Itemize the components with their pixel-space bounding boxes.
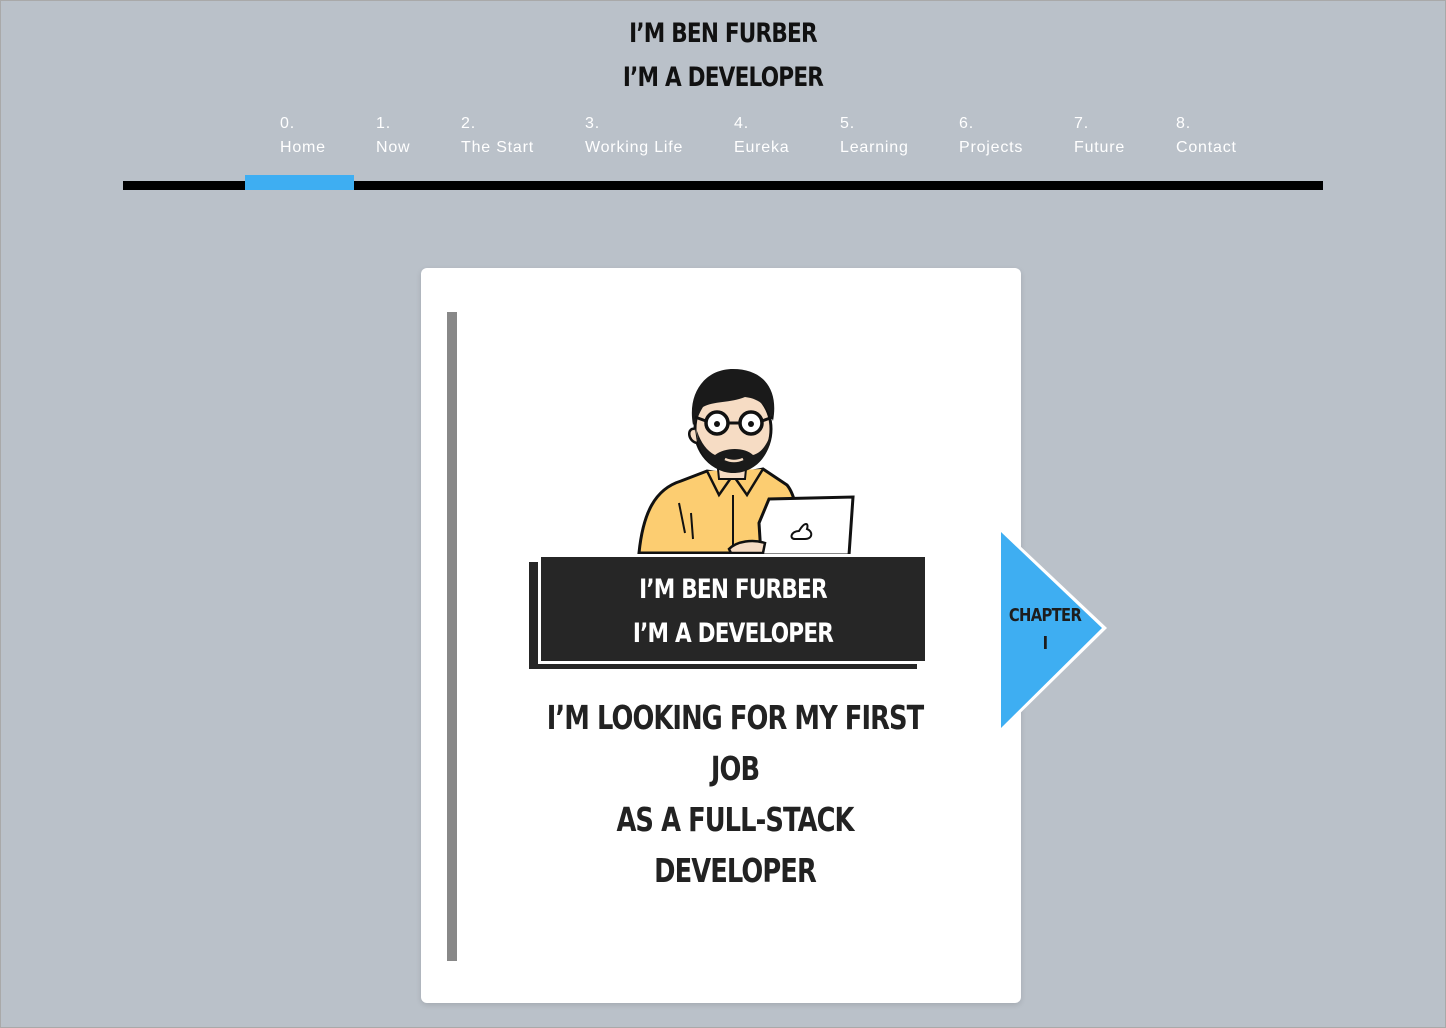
nav-item-the-start[interactable]: 2. The Start (461, 112, 534, 160)
job-tagline: I’M LOOKING FOR MY FIRST JOB AS A FULL-S… (481, 692, 989, 896)
nav-item-contact[interactable]: 8. Contact (1176, 112, 1237, 160)
tagline-line-2: AS A FULL-STACK DEVELOPER (616, 800, 854, 890)
chapter-card: I’M BEN FURBER I’M A DEVELOPER I’M LOOKI… (421, 268, 1021, 1003)
nav-item-now[interactable]: 1. Now (376, 112, 410, 160)
nav-item-label: Home (280, 139, 326, 156)
nav-item-number: 4. (734, 115, 749, 132)
nav-active-indicator (245, 175, 354, 190)
nav-item-learning[interactable]: 5. Learning (840, 112, 909, 160)
nav-item-home[interactable]: 0. Home (280, 112, 326, 160)
chapter-numeral: I (1042, 633, 1048, 654)
nav-item-number: 6. (959, 115, 974, 132)
main-navigation: 0. Home 1. Now 2. The Start 3. Working L… (0, 112, 1446, 172)
chapter-title: CHAPTER (1008, 605, 1082, 626)
nav-item-working-life[interactable]: 3. Working Life (585, 112, 683, 160)
card-spine (447, 312, 457, 961)
nav-item-label: Working Life (585, 139, 684, 156)
nav-item-number: 5. (840, 115, 855, 132)
nav-item-number: 3. (585, 115, 600, 132)
developer-avatar-illustration (637, 369, 855, 555)
banner-line-2: I’M A DEVELOPER (632, 618, 834, 649)
nav-item-label: The Start (461, 139, 535, 156)
nav-item-future[interactable]: 7. Future (1074, 112, 1125, 160)
site-title-line-2: I’M A DEVELOPER (622, 62, 824, 93)
nav-item-label: Now (376, 139, 411, 156)
name-banner: I’M BEN FURBER I’M A DEVELOPER (538, 554, 928, 664)
banner-line-1: I’M BEN FURBER (639, 574, 827, 605)
site-title: I’M BEN FURBER I’M A DEVELOPER (145, 12, 1302, 100)
site-title-line-1: I’M BEN FURBER (629, 18, 817, 49)
nav-item-eureka[interactable]: 4. Eureka (734, 112, 790, 160)
nav-item-label: Learning (840, 139, 909, 156)
nav-item-label: Contact (1176, 139, 1237, 156)
tagline-line-1: I’M LOOKING FOR MY FIRST JOB (546, 698, 924, 788)
nav-item-number: 1. (376, 115, 391, 132)
nav-item-number: 7. (1074, 115, 1089, 132)
nav-item-projects[interactable]: 6. Projects (959, 112, 1023, 160)
nav-item-label: Projects (959, 139, 1024, 156)
nav-item-number: 2. (461, 115, 476, 132)
nav-item-number: 8. (1176, 115, 1191, 132)
nav-item-label: Future (1074, 139, 1126, 156)
nav-item-number: 0. (280, 115, 295, 132)
next-chapter-button[interactable]: CHAPTER I (999, 526, 1111, 734)
chapter-label: CHAPTER I (999, 602, 1091, 658)
nav-item-label: Eureka (734, 139, 790, 156)
